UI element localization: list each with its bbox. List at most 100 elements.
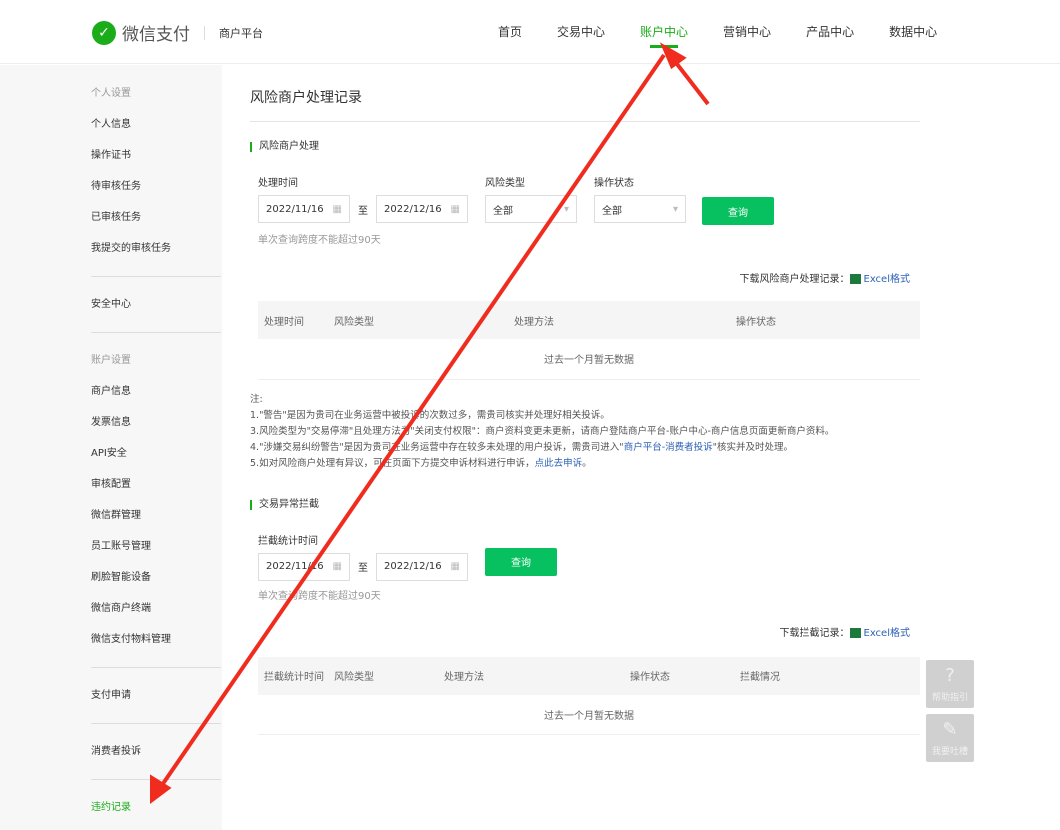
empty-message: 过去一个月暂无数据 — [258, 339, 920, 380]
sidebar-group-title: 账户设置 — [91, 355, 131, 366]
consumer-complaints-link[interactable]: 商户平台-消费者投诉 — [624, 442, 713, 453]
select-value: 全部 — [493, 205, 513, 217]
edit-icon: ✎ — [942, 719, 958, 740]
sidebar-item[interactable]: API安全 — [91, 438, 222, 469]
sidebar-item-complaints[interactable]: 消费者投诉 — [91, 736, 222, 767]
wechat-pay-logo-icon: ✓ — [92, 20, 116, 45]
platform-name: 商户平台 — [219, 26, 263, 40]
date-value: 2022/11/16 — [266, 561, 324, 572]
sidebar-item-violations[interactable]: 违约记录 — [91, 792, 222, 823]
empty-message: 过去一个月暂无数据 — [258, 694, 920, 735]
nav-home[interactable]: 首页 — [498, 23, 522, 40]
question-icon: ? — [945, 665, 955, 686]
top-nav: 首页 交易中心 账户中心 营销中心 产品中心 数据中心 — [498, 23, 972, 48]
hint-text: 单次查询跨度不能超过90天 — [258, 590, 381, 602]
column-header: 操作状态 — [730, 301, 920, 339]
hint-text: 单次查询跨度不能超过90天 — [258, 235, 381, 246]
select-value: 全部 — [602, 205, 622, 217]
sidebar-item[interactable]: 微信群管理 — [91, 500, 222, 531]
divider — [91, 667, 221, 668]
start-date-input[interactable]: 2022/11/16 ▦ — [258, 195, 350, 223]
sidebar-item[interactable]: 商户信息 — [91, 376, 222, 407]
nav-account[interactable]: 账户中心 — [640, 23, 688, 48]
page-title: 风险商户处理记录 — [250, 65, 920, 122]
field-label: 拦截统计时间 — [258, 535, 318, 547]
sidebar-item-payment-apply[interactable]: 支付申请 — [91, 680, 222, 711]
notes-title: 注: — [250, 393, 263, 405]
end-date-input[interactable]: 2022/12/16 ▦ — [376, 552, 468, 581]
nav-marketing[interactable]: 营销中心 — [723, 23, 771, 40]
sidebar-item[interactable]: 我提交的审核任务 — [91, 233, 222, 264]
status-select[interactable]: 全部 ▾ — [594, 195, 686, 223]
appeal-link[interactable]: 点此去申诉 — [535, 458, 583, 469]
divider — [91, 723, 221, 724]
sidebar-item[interactable]: 微信支付物料管理 — [91, 624, 222, 655]
sidebar-item[interactable]: 已审核任务 — [91, 202, 222, 233]
feedback-label: 我要吐槽 — [931, 747, 968, 757]
note-item: 1."警告"是因为贵司在业务运营中被投诉的次数过多，需贵司核实并处理好相关投诉。 — [250, 409, 610, 421]
download-label: 下载拦截记录： — [779, 627, 850, 639]
sidebar-item-security[interactable]: 安全中心 — [91, 289, 222, 320]
excel-icon — [849, 627, 861, 638]
field-label: 处理时间 — [258, 178, 298, 189]
date-value: 2022/12/16 — [384, 203, 442, 215]
query-button[interactable]: 查询 — [485, 547, 557, 576]
end-date-input[interactable]: 2022/12/16 ▦ — [376, 195, 468, 223]
column-header: 处理方法 — [508, 301, 730, 339]
query-button[interactable]: 查询 — [702, 197, 774, 225]
column-header: 处理时间 — [258, 301, 328, 339]
sidebar-item[interactable]: 待审核任务 — [91, 171, 222, 202]
logo-text: 微信支付 — [122, 25, 190, 45]
range-separator: 至 — [358, 563, 368, 574]
field-label: 操作状态 — [594, 178, 634, 189]
risk-table: 处理时间 风险类型 处理方法 操作状态 过去一个月暂无数据 — [258, 301, 920, 380]
excel-download-link[interactable]: Excel格式 — [864, 274, 911, 285]
risk-type-select[interactable]: 全部 ▾ — [485, 195, 577, 223]
field-label: 风险类型 — [485, 178, 525, 189]
section-title: 交易异常拦截 — [250, 499, 920, 510]
note-item: 3.风险类型为"交易停滞"且处理方法为"关闭支付权限"：商户资料变更未更新，请商… — [250, 425, 835, 437]
logo[interactable]: ✓ 微信支付 商户平台 — [92, 20, 263, 45]
column-header: 拦截统计时间 — [258, 656, 328, 695]
help-guide-button[interactable]: ? 帮助指引 — [926, 660, 974, 708]
start-date-input[interactable]: 2022/11/16 ▦ — [258, 552, 350, 581]
column-header: 风险类型 — [328, 301, 508, 339]
calendar-icon: ▦ — [450, 561, 460, 572]
sidebar-item[interactable]: 员工账号管理 — [91, 531, 222, 562]
note-text: 。 — [582, 457, 592, 469]
calendar-icon: ▦ — [332, 561, 342, 572]
header: ✓ 微信支付 商户平台 首页 交易中心 账户中心 营销中心 产品中心 数据中心 — [0, 0, 1060, 64]
sidebar-item[interactable]: 刷脸智能设备 — [91, 562, 222, 593]
sidebar-item[interactable]: 个人信息 — [91, 109, 222, 140]
excel-icon — [849, 274, 861, 284]
download-label: 下载风险商户处理记录： — [739, 274, 850, 285]
chevron-down-icon: ▾ — [672, 203, 678, 215]
nav-product[interactable]: 产品中心 — [806, 23, 854, 40]
sidebar-item[interactable]: 微信商户终端 — [91, 593, 222, 624]
nav-data[interactable]: 数据中心 — [889, 23, 937, 40]
divider — [91, 332, 221, 333]
column-header: 风险类型 — [328, 656, 438, 695]
sidebar-group-title: 个人设置 — [91, 88, 131, 99]
sidebar: 个人设置 个人信息 操作证书 待审核任务 已审核任务 我提交的审核任务 安全中心… — [0, 65, 222, 830]
note-text: 4."涉嫌交易纠纷警告"是因为贵司在业务运营中存在较多未处理的用户投诉，需贵司进… — [250, 441, 624, 453]
note-text: 5.如对风险商户处理有异议，可在页面下方提交申诉材料进行申诉， — [250, 457, 535, 469]
main-content: 风险商户处理记录 风险商户处理 处理时间 2022/11/16 ▦ 至 2022/… — [250, 65, 920, 735]
date-value: 2022/12/16 — [384, 561, 442, 572]
excel-download-link[interactable]: Excel格式 — [864, 628, 911, 639]
sidebar-item[interactable]: 审核配置 — [91, 469, 222, 500]
section-title: 风险商户处理 — [250, 142, 920, 152]
range-separator: 至 — [358, 205, 368, 217]
sidebar-item[interactable]: 操作证书 — [91, 140, 222, 171]
date-value: 2022/11/16 — [266, 203, 324, 215]
divider — [91, 276, 221, 277]
nav-trade[interactable]: 交易中心 — [557, 23, 605, 40]
feedback-button[interactable]: ✎ 我要吐槽 — [926, 714, 974, 762]
sidebar-item[interactable]: 发票信息 — [91, 407, 222, 438]
calendar-icon: ▦ — [332, 203, 342, 215]
divider — [204, 25, 205, 40]
column-header: 拦截情况 — [734, 656, 920, 695]
divider — [91, 779, 221, 780]
help-label: 帮助指引 — [931, 693, 968, 703]
chevron-down-icon: ▾ — [563, 203, 569, 215]
